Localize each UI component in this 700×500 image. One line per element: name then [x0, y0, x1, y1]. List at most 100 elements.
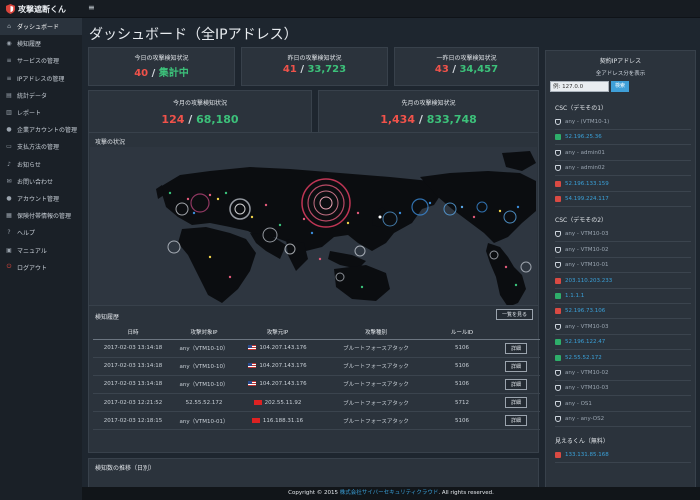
- detail-button[interactable]: 詳細: [504, 415, 527, 427]
- table-cell: 2017-02-03 12:18:15: [93, 411, 173, 431]
- ip-list-item[interactable]: any - VTM10-03: [555, 231, 691, 238]
- divider: [555, 129, 691, 130]
- ip-list-item[interactable]: any - admin02: [555, 165, 691, 172]
- attack-type-cell: ブルートフォースアタック: [343, 400, 409, 407]
- divider: [555, 241, 691, 243]
- table-row: 2017-02-03 12:21:52 52.55.52.172 202.55.11…: [93, 393, 540, 413]
- sidebar-item[interactable]: ▦ 保険付帯情報の管理: [0, 207, 82, 224]
- ip-list-item[interactable]: any - admin01: [555, 149, 691, 156]
- sidebar-item[interactable]: ▥ レポート: [0, 104, 82, 121]
- ip-list-item[interactable]: 52.196.122.47: [555, 339, 691, 346]
- chart-icon: ▤: [6, 91, 12, 99]
- stat-green-value: 集計中: [158, 68, 189, 79]
- ip-list-item[interactable]: 52.196.25.36: [555, 134, 691, 141]
- ip-list-item[interactable]: any - VTM10-02: [555, 370, 691, 376]
- rule-id-cell: 5106: [455, 345, 469, 352]
- divider: [555, 144, 691, 146]
- divider: [555, 256, 691, 258]
- user-icon: ●: [6, 194, 12, 202]
- ip-item-label: 52.196.25.36: [565, 134, 602, 141]
- ip-list-item[interactable]: any - VTM10-02: [555, 246, 691, 253]
- attack-type-cell: ブルートフォースアタック: [343, 364, 409, 371]
- ip-list-item[interactable]: any - VTM10-03: [555, 323, 691, 330]
- ip-search-button[interactable]: 検索: [611, 81, 629, 92]
- stat-red-value: 43: [434, 64, 449, 75]
- stat-label: 今月の攻撃検知状況: [172, 100, 227, 107]
- main-content: ダッシュボード（全IPアドレス） 今日の攻撃検知状況 40 / 集計中 昨日の攻…: [82, 18, 700, 500]
- company-link[interactable]: 株式会社サイバーセキュリティクラウド: [340, 490, 439, 496]
- ip-search-input[interactable]: 例: 127.0.0: [550, 81, 609, 92]
- detail-button[interactable]: 詳細: [504, 342, 527, 354]
- target-ip-cell: any（VTM10-10）: [179, 382, 229, 389]
- country-flag-icon: [248, 381, 257, 387]
- stat-label: 先月の攻撃検知状況: [401, 100, 456, 107]
- detail-button[interactable]: 詳細: [504, 360, 527, 372]
- sidebar-item[interactable]: ⌂ ダッシュボード: [0, 18, 82, 36]
- sidebar-item[interactable]: ⏻ ログアウト: [0, 259, 82, 276]
- ip-item-label: 52.55.52.172: [565, 354, 602, 361]
- column-header: [492, 326, 540, 340]
- sidebar-item[interactable]: ≡ IPアドレスの管理: [0, 70, 82, 87]
- ip-list-item[interactable]: any - VTM10-01: [555, 262, 691, 269]
- sidebar-item-label: ヘルプ: [17, 230, 36, 238]
- divider: [555, 333, 691, 335]
- show-all-addresses-link[interactable]: 全アドレス分を表示: [546, 69, 695, 77]
- sidebar-item[interactable]: ✉ お問い合わせ: [0, 173, 82, 190]
- table-cell: 202.55.11.92: [235, 393, 320, 413]
- ip-list-item[interactable]: 203.110.203.233: [555, 277, 691, 284]
- attack-type-cell: ブルートフォースアタック: [343, 418, 409, 425]
- ip-group-label: CSC（デモその1）: [555, 105, 608, 112]
- server-status-icon: [555, 293, 561, 299]
- ip-list-item[interactable]: 1.1.1.1: [555, 293, 691, 299]
- sidebar-item[interactable]: ▭ 支払方法の管理: [0, 138, 82, 155]
- sidebar-item[interactable]: ≡ サービスの管理: [0, 52, 82, 69]
- stat-label: 一昨日の攻撃検知状況: [436, 55, 497, 62]
- source-ip-cell: 116.188.31.16: [262, 417, 304, 424]
- ip-list-item[interactable]: any - OS1: [555, 400, 691, 407]
- table-cell: 104.207.143.176: [235, 339, 320, 358]
- detail-button[interactable]: 詳細: [504, 378, 527, 390]
- ip-list-item[interactable]: any - VTM10-03: [555, 385, 691, 392]
- ip-group-label: 見えるくん（無料）: [555, 437, 609, 445]
- sidebar-item[interactable]: ▤ 統計データ: [0, 87, 82, 104]
- sidebar-item[interactable]: ? ヘルプ: [0, 224, 82, 241]
- ip-list-item[interactable]: any - (VTM10-1): [555, 119, 691, 125]
- menu-toggle-icon[interactable]: ≡: [88, 3, 95, 12]
- ip-list-item[interactable]: any - any-OS2: [555, 416, 691, 423]
- stat-value: 41 / 33,723: [242, 64, 387, 75]
- sidebar-item[interactable]: ♪ お知らせ: [0, 156, 82, 173]
- stat-value: 124 / 68,180: [89, 113, 311, 126]
- divider: [555, 159, 691, 161]
- ip-item-label: 203.110.203.233: [565, 277, 613, 284]
- shield-icon: [555, 262, 561, 269]
- table-cell: 5106: [432, 375, 492, 395]
- panel-title: 攻撃の状況: [95, 139, 126, 146]
- ip-list-item[interactable]: 52.196.133.159: [555, 180, 691, 187]
- contract-ip-panel: 契約IPアドレス 全アドレス分を表示 例: 127.0.0 検索 CSC（デモそ…: [545, 50, 696, 500]
- server-status-icon: [555, 354, 561, 361]
- view-all-button[interactable]: 一覧を見る: [495, 309, 533, 320]
- sidebar-item[interactable]: ● アカウント管理: [0, 190, 82, 207]
- rule-id-cell: 5106: [455, 363, 469, 370]
- stat-green-value: 833,748: [426, 113, 477, 126]
- detail-button[interactable]: 詳細: [504, 397, 527, 409]
- ip-list-item[interactable]: 54.199.224.117: [555, 196, 691, 202]
- brand-logo[interactable]: 攻撃遮断くん: [6, 3, 66, 15]
- ip-item-label: 1.1.1.1: [565, 293, 585, 299]
- rule-id-cell: 5106: [455, 381, 469, 388]
- ip-list-item[interactable]: 133.131.85.168: [555, 451, 691, 458]
- ip-item-label: any - OS1: [565, 400, 592, 407]
- sidebar-item-label: サービスの管理: [17, 58, 60, 66]
- sidebar-item-label: お知らせ: [17, 161, 41, 169]
- table-cell: 104.207.143.176: [235, 375, 320, 395]
- server-status-icon: [555, 451, 561, 458]
- ip-item-label: any - any-OS2: [565, 416, 605, 423]
- sidebar-item[interactable]: ◉ 検知履歴: [0, 35, 82, 52]
- sidebar-item[interactable]: ● 企業アカウントの管理: [0, 121, 82, 138]
- table-cell: any（VTM10-01）: [173, 411, 235, 431]
- sidebar-item-label: レポート: [17, 110, 42, 118]
- ip-list-item[interactable]: 52.55.52.172: [555, 354, 691, 361]
- ip-list-item[interactable]: 52.196.73.106: [555, 308, 691, 315]
- sidebar-item[interactable]: ▣ マニュアル: [0, 241, 82, 258]
- table-row: 2017-02-03 13:14:18 any（VTM10-10） 104.207.…: [93, 375, 540, 395]
